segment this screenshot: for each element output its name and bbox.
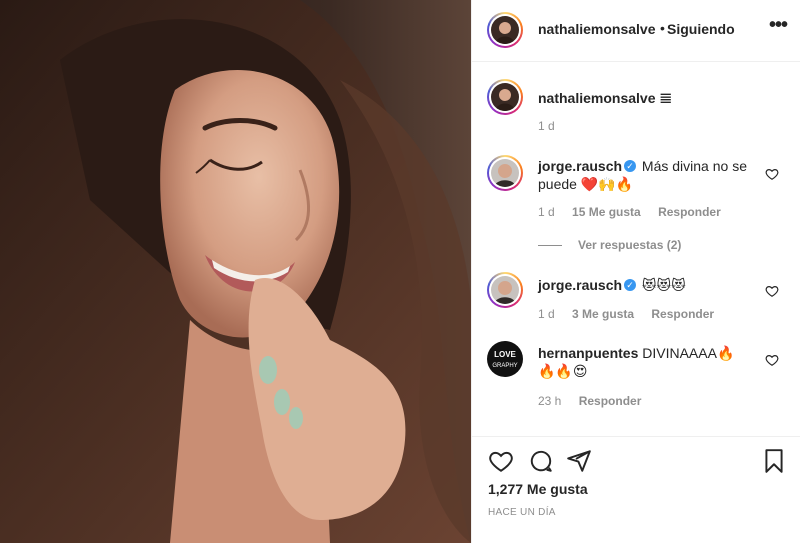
comment-meta: 1 d 3 Me gusta Responder — [538, 307, 728, 321]
author-avatar[interactable] — [487, 12, 523, 48]
post-timestamp[interactable]: HACE UN DÍA — [488, 507, 556, 518]
post-header: nathaliemonsalve • Siguiendo ••• — [472, 0, 800, 62]
comment-avatar[interactable]: LOVE GRAPHY — [487, 341, 523, 377]
comment-like-heart-icon[interactable] — [765, 167, 779, 181]
following-button[interactable]: Siguiendo — [667, 21, 735, 37]
comment-meta: 1 d 15 Me gusta Responder — [538, 205, 735, 219]
caption-text: nathaliemonsalve 𝌆 — [538, 89, 758, 107]
comment-age[interactable]: 1 d — [538, 205, 555, 219]
reply-button[interactable]: Responder — [651, 307, 714, 321]
comment-text: hernanpuentes DIVINAAAA🔥🔥🔥😍 — [538, 344, 738, 380]
comment-body: 😻😻😻 — [641, 277, 686, 293]
comment-meta: 23 h Responder — [538, 394, 655, 408]
bookmark-icon[interactable] — [761, 448, 787, 474]
verified-badge-icon: ✓ — [624, 160, 637, 173]
comment-likes[interactable]: 3 Me gusta — [572, 307, 634, 321]
verified-badge-icon: ✓ — [624, 279, 637, 292]
comment-age[interactable]: 23 h — [538, 394, 561, 408]
comment-age[interactable]: 1 d — [538, 307, 555, 321]
caption-age[interactable]: 1 d — [538, 119, 555, 133]
comment-avatar[interactable] — [487, 155, 523, 191]
comments-list[interactable]: nathaliemonsalve 𝌆 1 d jorge.rausch ✓ Más… — [472, 63, 800, 435]
reply-button[interactable]: Responder — [658, 205, 721, 219]
likes-count[interactable]: 1,277 Me gusta — [488, 481, 588, 497]
post-photo-illustration — [0, 0, 471, 543]
author-username[interactable]: nathaliemonsalve — [538, 21, 656, 37]
comment-username[interactable]: jorge.rausch — [538, 277, 622, 293]
comment-username[interactable]: jorge.rausch — [538, 158, 622, 174]
separator-dot: • — [660, 20, 665, 36]
comment-text: jorge.rausch ✓ Más divina no se puede ❤️🙌… — [538, 157, 758, 193]
comment-username[interactable]: hernanpuentes — [538, 345, 638, 361]
replies-line — [538, 245, 562, 247]
caption-emoji: 𝌆 — [659, 90, 672, 106]
comment-likes[interactable]: 15 Me gusta — [572, 205, 641, 219]
post-actions: 1,277 Me gusta HACE UN DÍA — [472, 436, 800, 543]
share-icon[interactable] — [566, 448, 592, 474]
more-options-icon[interactable]: ••• — [769, 14, 788, 37]
svg-text:LOVE: LOVE — [494, 350, 516, 359]
caption-avatar[interactable] — [487, 79, 523, 115]
comment-icon[interactable] — [528, 448, 554, 474]
comment-text: jorge.rausch ✓ 😻😻😻 — [538, 276, 758, 294]
heart-icon[interactable] — [488, 448, 514, 474]
comment-avatar[interactable] — [487, 272, 523, 308]
post-photo[interactable] — [0, 0, 471, 543]
caption-meta: 1 d — [538, 119, 569, 133]
caption-username[interactable]: nathaliemonsalve — [538, 90, 656, 106]
svg-text:GRAPHY: GRAPHY — [492, 363, 517, 369]
view-replies-button[interactable]: Ver respuestas (2) — [538, 238, 681, 252]
view-replies-label: Ver respuestas (2) — [578, 238, 682, 252]
post-side-panel: nathaliemonsalve • Siguiendo ••• nathali… — [471, 0, 800, 543]
comment-like-heart-icon[interactable] — [765, 284, 779, 298]
reply-button[interactable]: Responder — [579, 394, 642, 408]
comment-like-heart-icon[interactable] — [765, 353, 779, 367]
